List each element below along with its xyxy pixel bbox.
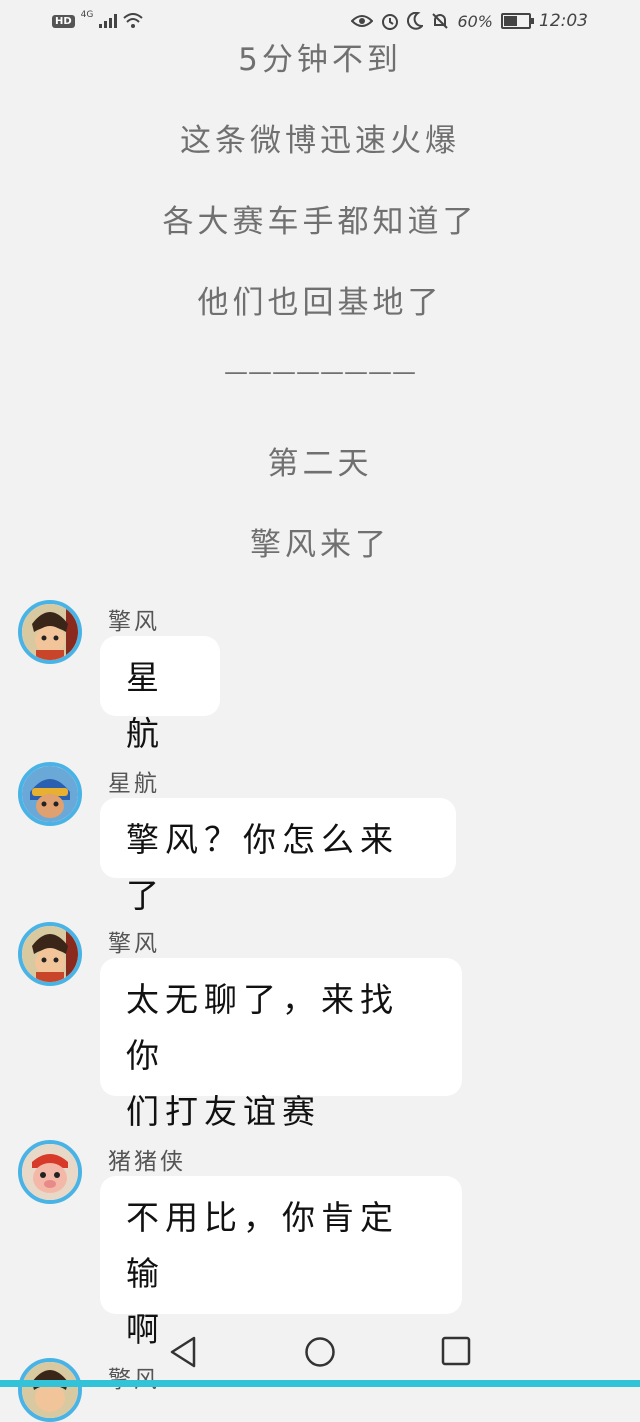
signal-icon bbox=[99, 14, 118, 28]
back-icon[interactable] bbox=[168, 1336, 198, 1368]
zhuzhuxia-avatar-icon[interactable] bbox=[18, 1140, 82, 1204]
mute-bell-icon bbox=[432, 13, 449, 29]
narration-line-2: 这条微博迅速火爆 bbox=[180, 123, 460, 159]
navigation-bar bbox=[0, 1320, 640, 1380]
message-bubble[interactable]: 星航 bbox=[100, 636, 220, 753]
message-text: 擎风？你怎么来了 bbox=[126, 820, 399, 915]
narration-divider: ———————— bbox=[224, 358, 416, 386]
sender-name: 擎风 bbox=[108, 609, 160, 635]
battery-percent: 60% bbox=[457, 11, 493, 31]
message-bubble[interactable]: 不用比，你肯定输 啊 bbox=[100, 1176, 462, 1349]
alarm-icon bbox=[382, 14, 399, 30]
narration-line-4: 他们也回基地了 bbox=[197, 285, 443, 321]
message-text: 不用比，你肯定输 bbox=[126, 1198, 399, 1293]
message-text: 星航 bbox=[126, 658, 165, 753]
message-text: 太无聊了，来找你 bbox=[126, 980, 399, 1075]
qingfeng-avatar-icon[interactable] bbox=[18, 922, 82, 986]
message-bubble[interactable]: 擎风？你怎么来了 bbox=[100, 798, 456, 915]
sender-name: 猪猪侠 bbox=[108, 1149, 186, 1175]
network-type: 4G bbox=[80, 10, 94, 20]
narration-line-1: 5分钟不到 bbox=[238, 42, 402, 78]
eye-icon bbox=[351, 15, 374, 27]
clock: 12:03 bbox=[539, 11, 588, 31]
sender-name: 星航 bbox=[108, 771, 160, 797]
qingfeng-avatar-icon[interactable] bbox=[18, 600, 82, 664]
narration-line-5: 第二天 bbox=[267, 446, 373, 482]
narration-line-6: 擎风来了 bbox=[250, 527, 390, 563]
narration-line-3: 各大赛车手都知道了 bbox=[162, 204, 478, 240]
xinghang-avatar-icon[interactable] bbox=[18, 762, 82, 826]
wifi-icon bbox=[123, 13, 144, 28]
battery-icon bbox=[501, 13, 534, 29]
bottom-accent-bar bbox=[0, 1380, 640, 1387]
recents-icon[interactable] bbox=[441, 1336, 471, 1366]
message-text: 们打友谊赛 bbox=[126, 1092, 321, 1131]
home-icon[interactable] bbox=[304, 1336, 336, 1368]
message-bubble[interactable]: 太无聊了，来找你 们打友谊赛 bbox=[100, 958, 462, 1131]
hd-badge: HD bbox=[52, 14, 75, 28]
sender-name: 擎风 bbox=[108, 931, 160, 957]
moon-icon bbox=[407, 12, 424, 30]
